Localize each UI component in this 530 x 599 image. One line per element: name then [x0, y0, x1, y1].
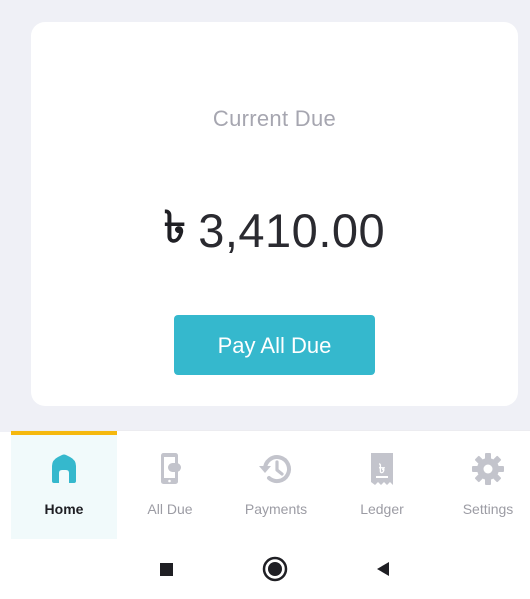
nav-item-ledger[interactable]: ৳ Ledger — [329, 431, 435, 539]
due-amount: 3,410.00 — [198, 204, 386, 257]
nav-item-settings[interactable]: Settings — [435, 431, 530, 539]
phone-due-icon — [161, 453, 181, 484]
ledger-receipt-icon: ৳ — [371, 453, 393, 485]
system-navigation-bar — [0, 539, 530, 599]
history-icon — [259, 455, 291, 484]
recent-apps-icon[interactable] — [146, 549, 186, 589]
card-title: Current Due — [212, 106, 337, 131]
home-icon — [52, 454, 76, 483]
nav-item-payments[interactable]: Payments — [223, 431, 329, 539]
nav-label-home: Home — [44, 501, 84, 517]
nav-item-home[interactable]: Home — [11, 431, 117, 539]
nav-label-settings: Settings — [462, 501, 514, 517]
home-circle-icon[interactable] — [255, 549, 295, 589]
app-screen: Current Due ৳ 3,410.00 Pay All Due Home … — [0, 0, 530, 599]
amount-row: ৳ 3,410.00 — [31, 194, 518, 267]
pay-all-due-button[interactable]: Pay All Due — [174, 315, 375, 375]
currency-symbol: ৳ — [163, 202, 186, 253]
current-due-card: Current Due ৳ 3,410.00 Pay All Due — [31, 22, 518, 406]
gear-icon — [472, 453, 504, 485]
nav-item-all-due[interactable]: All Due — [117, 431, 223, 539]
nav-label-payments: Payments — [244, 501, 308, 517]
nav-label-ledger: Ledger — [360, 501, 404, 517]
nav-label-all-due: All Due — [147, 501, 193, 517]
svg-text:৳: ৳ — [379, 462, 386, 477]
back-icon[interactable] — [363, 549, 403, 589]
bottom-nav-bar: Home All Due Payments ৳ Ledger Settings — [11, 430, 530, 539]
